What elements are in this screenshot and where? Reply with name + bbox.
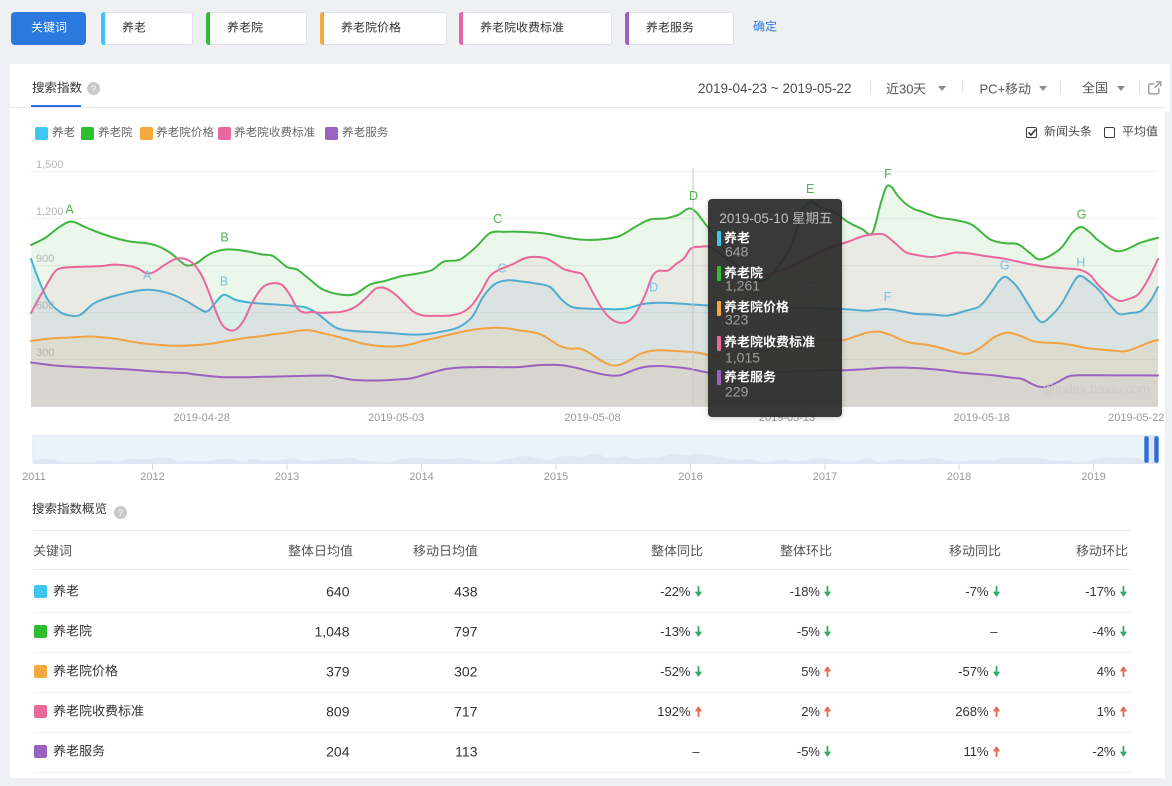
- svg-text:B: B: [220, 275, 228, 289]
- svg-text:E: E: [806, 182, 814, 196]
- svg-text:F: F: [884, 167, 892, 181]
- svg-text:?: ?: [118, 508, 123, 519]
- svg-text:A: A: [65, 203, 74, 217]
- svg-text:D: D: [689, 189, 698, 203]
- svg-text:G: G: [1077, 208, 1087, 222]
- svg-text:H: H: [1076, 255, 1085, 269]
- svg-text:F: F: [884, 290, 892, 304]
- svg-text:B: B: [220, 231, 228, 245]
- svg-text:G: G: [1000, 259, 1010, 273]
- svg-text:D: D: [649, 281, 658, 295]
- svg-text:C: C: [493, 212, 502, 226]
- svg-text:C: C: [497, 262, 506, 276]
- svg-text:A: A: [143, 269, 152, 283]
- svg-text:@index.baidu.com: @index.baidu.com: [1042, 381, 1150, 396]
